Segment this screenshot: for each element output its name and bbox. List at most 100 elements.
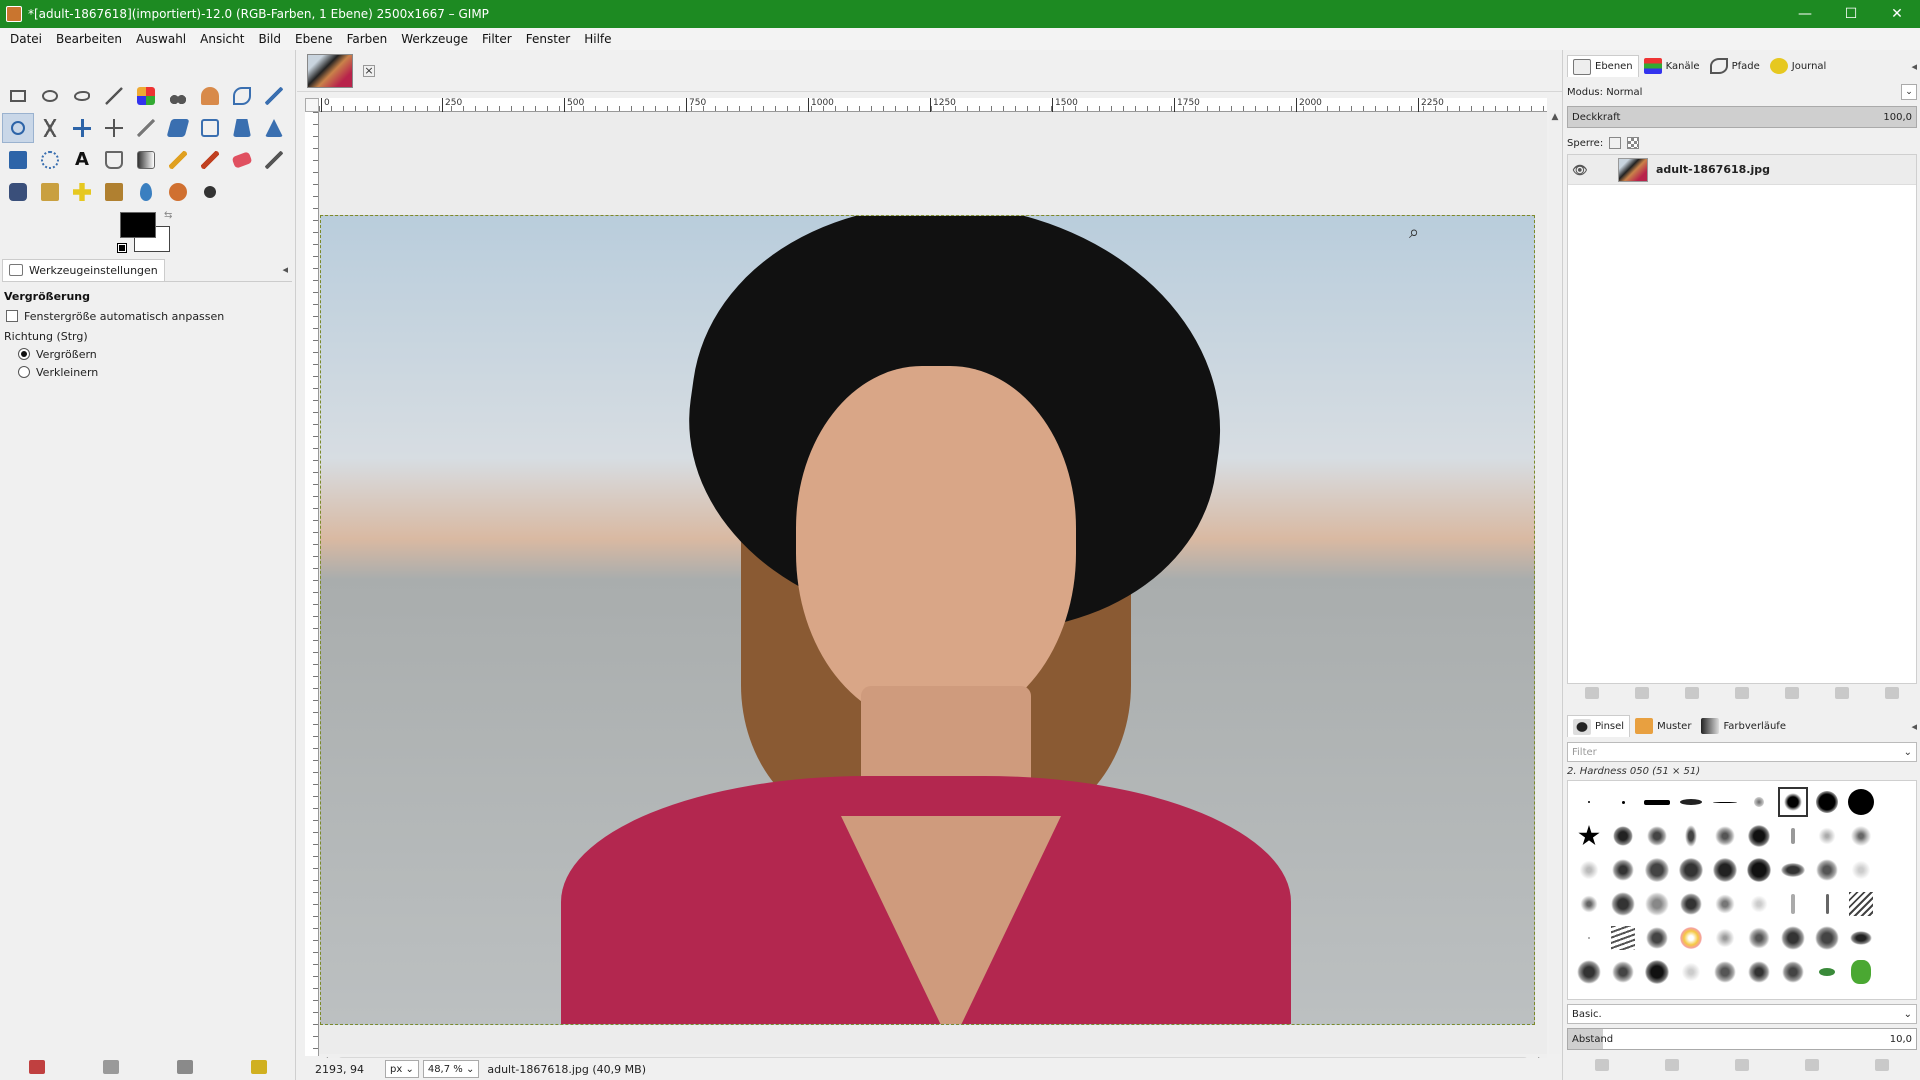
bucket-fill-tool[interactable] bbox=[98, 145, 130, 175]
clone-tool[interactable] bbox=[66, 177, 98, 207]
brush-item[interactable] bbox=[1846, 889, 1876, 919]
menu-ebene[interactable]: Ebene bbox=[288, 28, 340, 50]
tab-brushes[interactable]: Pinsel bbox=[1567, 715, 1631, 737]
new-layer-icon[interactable] bbox=[1585, 687, 1599, 699]
brush-item[interactable] bbox=[1744, 787, 1774, 817]
fuzzy-select-tool[interactable] bbox=[98, 81, 130, 111]
horizontal-ruler[interactable]: 0 250 500 750 1000 1250 1500 1750 2000 2… bbox=[319, 98, 1547, 112]
auto-resize-checkbox[interactable] bbox=[6, 310, 18, 322]
mypaint-brush-tool[interactable] bbox=[34, 177, 66, 207]
measure-tool[interactable] bbox=[34, 113, 66, 143]
brush-item-selected[interactable] bbox=[1778, 787, 1808, 817]
chevron-down-icon[interactable]: ⌄ bbox=[1904, 747, 1912, 758]
brush-dock-menu-icon[interactable]: ◂ bbox=[1911, 720, 1917, 733]
zoom-select[interactable]: 48,7 % ⌄ bbox=[422, 1060, 480, 1078]
brush-preset-select[interactable]: Basic. ⌄ bbox=[1567, 1004, 1917, 1024]
paths-tool[interactable] bbox=[226, 81, 258, 111]
new-brush-icon[interactable] bbox=[1665, 1059, 1679, 1071]
brush-item[interactable] bbox=[1778, 855, 1808, 885]
layers-dock-menu-icon[interactable]: ◂ bbox=[1911, 60, 1917, 73]
brush-item[interactable] bbox=[1676, 821, 1706, 851]
zoom-out-radio[interactable] bbox=[18, 366, 30, 378]
menu-auswahl[interactable]: Auswahl bbox=[129, 28, 193, 50]
brush-item[interactable] bbox=[1642, 889, 1672, 919]
ink-tool[interactable] bbox=[2, 177, 34, 207]
menu-hilfe[interactable]: Hilfe bbox=[577, 28, 618, 50]
brush-item[interactable] bbox=[1642, 957, 1672, 987]
brush-item[interactable] bbox=[1710, 957, 1740, 987]
brush-item[interactable] bbox=[1744, 957, 1774, 987]
smudge-tool[interactable] bbox=[162, 177, 194, 207]
layer-mode-row[interactable]: Modus: Normal ⌄ bbox=[1567, 82, 1917, 102]
brush-item[interactable] bbox=[1778, 889, 1808, 919]
dock-menu-icon[interactable]: ◂ bbox=[282, 263, 288, 276]
brush-item[interactable] bbox=[1676, 957, 1706, 987]
tab-tool-options[interactable]: Werkzeugeinstellungen bbox=[2, 258, 165, 281]
delete-options-icon[interactable] bbox=[177, 1060, 193, 1074]
image-tab-thumbnail[interactable] bbox=[307, 53, 353, 88]
brush-item[interactable] bbox=[1812, 787, 1842, 817]
color-select-tool[interactable] bbox=[130, 81, 162, 111]
brush-item[interactable] bbox=[1846, 957, 1876, 987]
brush-item[interactable] bbox=[1744, 923, 1774, 953]
brush-item[interactable] bbox=[1642, 821, 1672, 851]
brush-item[interactable] bbox=[1710, 821, 1740, 851]
brush-item[interactable] bbox=[1676, 923, 1706, 953]
warp-transform-tool[interactable] bbox=[34, 145, 66, 175]
menu-filter[interactable]: Filter bbox=[475, 28, 519, 50]
tab-paths[interactable]: Pfade bbox=[1705, 55, 1765, 77]
zoom-out-option[interactable]: Verkleinern bbox=[4, 363, 292, 381]
delete-brush-icon[interactable] bbox=[1805, 1059, 1819, 1071]
layer-row[interactable]: 👁 adult-1867618.jpg bbox=[1568, 155, 1916, 185]
brush-item[interactable] bbox=[1846, 787, 1876, 817]
menu-farben[interactable]: Farben bbox=[340, 28, 395, 50]
brush-item[interactable] bbox=[1778, 923, 1808, 953]
eraser-tool[interactable] bbox=[226, 145, 258, 175]
chevron-down-icon[interactable]: ⌄ bbox=[1904, 1009, 1912, 1020]
brush-item[interactable] bbox=[1710, 889, 1740, 919]
close-button[interactable]: ✕ bbox=[1874, 0, 1920, 28]
tab-journal[interactable]: Journal bbox=[1765, 55, 1832, 77]
opacity-slider[interactable]: Deckkraft 100,0 bbox=[1567, 106, 1917, 128]
brush-item[interactable] bbox=[1608, 855, 1638, 885]
refresh-brushes-icon[interactable] bbox=[1875, 1059, 1889, 1071]
brush-item[interactable] bbox=[1574, 889, 1604, 919]
lock-pixels-icon[interactable] bbox=[1609, 137, 1622, 149]
brush-item[interactable] bbox=[1846, 821, 1876, 851]
reset-colors-icon[interactable] bbox=[117, 243, 127, 253]
brush-item[interactable] bbox=[1608, 787, 1638, 817]
brush-item[interactable] bbox=[1812, 923, 1842, 953]
maximize-button[interactable]: ☐ bbox=[1828, 0, 1874, 28]
menu-werkzeuge[interactable]: Werkzeuge bbox=[394, 28, 475, 50]
anchor-layer-icon[interactable] bbox=[1835, 687, 1849, 699]
brush-item[interactable] bbox=[1642, 923, 1672, 953]
text-tool[interactable]: A bbox=[66, 145, 98, 175]
brush-item[interactable] bbox=[1608, 923, 1638, 953]
brush-item[interactable] bbox=[1744, 855, 1774, 885]
airbrush-tool[interactable] bbox=[258, 145, 290, 175]
brush-item[interactable] bbox=[1642, 855, 1672, 885]
scale-tool[interactable] bbox=[194, 113, 226, 143]
menu-ansicht[interactable]: Ansicht bbox=[193, 28, 251, 50]
zoom-in-option[interactable]: Vergrößern bbox=[4, 345, 292, 363]
ellipse-select-tool[interactable] bbox=[34, 81, 66, 111]
tab-channels[interactable]: Kanäle bbox=[1639, 55, 1705, 77]
brush-item[interactable] bbox=[1846, 923, 1876, 953]
restore-options-icon[interactable] bbox=[103, 1060, 119, 1074]
brush-item[interactable] bbox=[1574, 957, 1604, 987]
brush-item[interactable] bbox=[1812, 889, 1842, 919]
duplicate-brush-icon[interactable] bbox=[1735, 1059, 1749, 1071]
pencil-tool[interactable] bbox=[162, 145, 194, 175]
brush-item[interactable] bbox=[1608, 889, 1638, 919]
zoom-tool[interactable] bbox=[2, 113, 34, 143]
scroll-up-icon[interactable]: ▲ bbox=[1549, 112, 1561, 122]
brush-item[interactable] bbox=[1710, 787, 1740, 817]
brush-filter-input[interactable]: Filter ⌄ bbox=[1567, 742, 1917, 762]
brush-item[interactable] bbox=[1574, 787, 1604, 817]
crop-tool[interactable] bbox=[130, 113, 162, 143]
brush-item[interactable] bbox=[1642, 787, 1672, 817]
reset-options-icon[interactable] bbox=[251, 1060, 267, 1074]
scissors-tool[interactable] bbox=[162, 81, 194, 111]
menu-datei[interactable]: Datei bbox=[3, 28, 49, 50]
swap-colors-icon[interactable]: ⇆ bbox=[164, 210, 172, 221]
